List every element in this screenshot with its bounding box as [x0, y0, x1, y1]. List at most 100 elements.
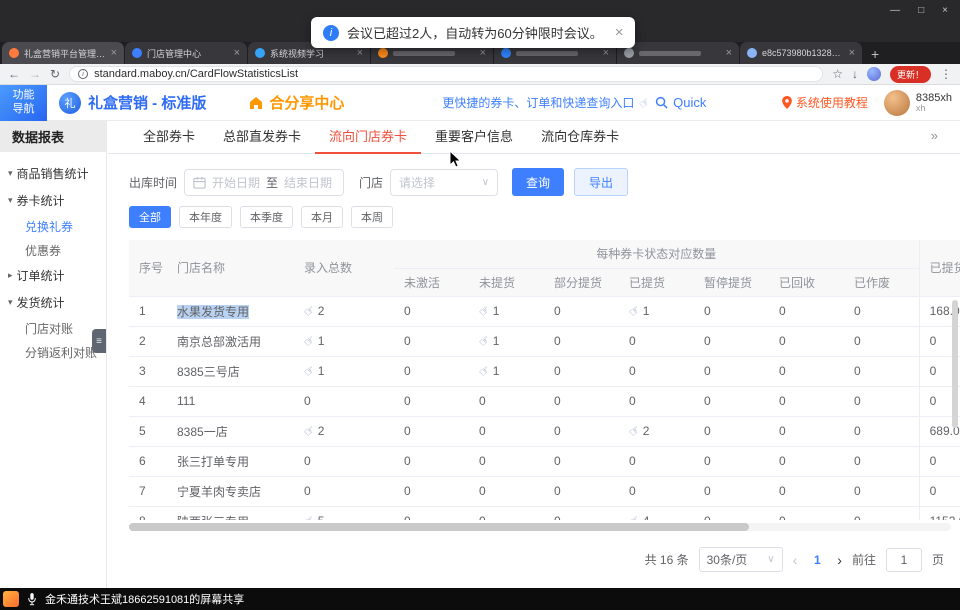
tab-close-icon[interactable]: × — [849, 48, 855, 59]
window-maximize-button[interactable]: □ — [918, 5, 924, 16]
cell-status[interactable]: ☞1 — [469, 296, 544, 326]
tab-全部券卡[interactable]: 全部券卡 — [129, 121, 209, 154]
range-button[interactable]: 本年度 — [179, 206, 232, 228]
sidebar-item[interactable]: ▾券卡统计 — [0, 187, 106, 214]
cell-status[interactable]: ☞1 — [469, 326, 544, 356]
user-info[interactable]: 8385xh xh — [884, 90, 952, 116]
tab-close-icon[interactable]: × — [357, 48, 363, 59]
export-button[interactable]: 导出 — [574, 168, 628, 196]
scrollbar-thumb[interactable] — [129, 523, 749, 531]
range-button[interactable]: 本月 — [301, 206, 343, 228]
tab-favicon — [378, 48, 388, 58]
table-row[interactable]: 38385三号店☞10☞1000000 — [129, 356, 960, 386]
tab-close-icon[interactable]: × — [726, 48, 732, 59]
sidebar-item[interactable]: ▾发货统计 — [0, 289, 106, 316]
store-select[interactable]: 请选择 ∨ — [390, 169, 498, 196]
address-bar[interactable]: i standard.maboy.cn/CardFlowStatisticsLi… — [69, 66, 823, 82]
download-icon[interactable]: ↓ — [852, 68, 858, 80]
tab-总部直发券卡[interactable]: 总部直发券卡 — [209, 121, 315, 154]
new-tab-button[interactable]: + — [863, 44, 887, 64]
sidebar-subitem[interactable]: 分销返利对账 — [0, 340, 106, 364]
nav-btn-line2: 导航 — [13, 103, 35, 117]
site-info-icon[interactable]: i — [78, 69, 88, 79]
browser-tab[interactable]: × — [617, 42, 739, 64]
toast-close-icon[interactable]: × — [615, 24, 624, 41]
table-row[interactable]: 1水果发货专用☞20☞10☞1000168.0 — [129, 296, 960, 326]
meeting-app-icon — [3, 591, 19, 607]
cell-status[interactable]: ☞1 — [619, 296, 694, 326]
cell-total[interactable]: ☞5 — [294, 506, 394, 520]
cell-amount: 1152.0 — [919, 506, 960, 520]
sidebar-subitem[interactable]: 门店对账 — [0, 316, 106, 340]
tab-重要客户信息[interactable]: 重要客户信息 — [421, 121, 527, 154]
goto-label: 前往 — [852, 551, 876, 568]
sidebar-subitem[interactable]: 优惠券 — [0, 238, 106, 262]
cell-total[interactable]: ☞1 — [294, 356, 394, 386]
browser-tab[interactable]: e8c573980b1328a258fd2e6l× — [740, 42, 862, 64]
next-page-button[interactable]: › — [837, 552, 842, 568]
prev-page-button[interactable]: ‹ — [793, 552, 798, 568]
tab-close-icon[interactable]: × — [111, 48, 117, 59]
horizontal-scrollbar[interactable] — [129, 523, 951, 531]
window-minimize-button[interactable]: — — [890, 5, 900, 16]
browser-profile-avatar[interactable] — [867, 67, 881, 81]
browser-tab[interactable]: 礼盒营销平台管理中心× — [2, 42, 124, 64]
sidebar-item[interactable]: ▸订单统计 — [0, 262, 106, 289]
sidebar-subitem[interactable]: 兑换礼券 — [0, 214, 106, 238]
mic-icon[interactable] — [27, 592, 37, 606]
cell-total[interactable]: ☞2 — [294, 296, 394, 326]
tutorial-link[interactable]: 系统使用教程 — [782, 94, 868, 111]
range-button[interactable]: 本周 — [351, 206, 393, 228]
cell-total[interactable]: ☞1 — [294, 326, 394, 356]
function-nav-button[interactable]: 功能 导航 — [0, 85, 47, 121]
browser-menu-icon[interactable]: ⋮ — [940, 68, 952, 80]
tab-流向门店券卡[interactable]: 流向门店券卡 — [315, 121, 421, 154]
browser-update-button[interactable]: 更新！ — [890, 66, 931, 83]
window-close-button[interactable]: × — [942, 5, 948, 16]
goto-page-input[interactable] — [886, 548, 922, 572]
tab-流向仓库券卡[interactable]: 流向仓库券卡 — [527, 121, 633, 154]
browser-tab[interactable]: 门店管理中心× — [125, 42, 247, 64]
cell-total[interactable]: ☞2 — [294, 416, 394, 446]
cell-status: 0 — [694, 356, 769, 386]
username: 8385xh — [916, 92, 952, 104]
bookmark-star-icon[interactable]: ☆ — [832, 68, 843, 80]
date-range-input[interactable]: 开始日期 至 结束日期 — [184, 169, 344, 196]
tab-favicon — [9, 48, 19, 58]
table-row[interactable]: 8陕西张三专用☞5000☞40001152.0 — [129, 506, 960, 520]
tab-close-icon[interactable]: × — [234, 48, 240, 59]
chevron-down-icon: ∨ — [767, 554, 774, 565]
brand: 礼 礼盒营销 - 标准版 — [59, 92, 206, 114]
table-row[interactable]: 2南京总部激活用☞10☞1000000 — [129, 326, 960, 356]
col-status: 未激活 — [394, 268, 469, 296]
cell-status[interactable]: ☞1 — [469, 356, 544, 386]
home-icon — [248, 95, 264, 111]
cell-status[interactable]: ☞2 — [619, 416, 694, 446]
table-row[interactable]: 7宁夏羊肉专卖店000000000 — [129, 476, 960, 506]
reload-icon[interactable]: ↻ — [50, 68, 60, 80]
cell-status: 0 — [469, 416, 544, 446]
app-header: 功能 导航 礼 礼盒营销 - 标准版 合分享中心 更快捷的券卡、订单和快递查询入… — [0, 85, 960, 121]
search-button[interactable]: 查询 — [512, 168, 564, 196]
page-size-select[interactable]: 30条/页 ∨ — [699, 547, 783, 572]
tab-close-icon[interactable]: × — [480, 48, 486, 59]
range-button[interactable]: 全部 — [129, 206, 171, 228]
tab-close-icon[interactable]: × — [603, 48, 609, 59]
quick-search[interactable]: 更快捷的券卡、订单和快递查询入口 ☞ Quick — [442, 94, 706, 111]
vertical-scrollbar[interactable] — [952, 300, 958, 428]
range-button[interactable]: 本季度 — [240, 206, 293, 228]
table-row[interactable]: 58385一店☞2000☞2000689.0 — [129, 416, 960, 446]
table-row[interactable]: 6张三打单专用000000000 — [129, 446, 960, 476]
cell-status[interactable]: ☞4 — [619, 506, 694, 520]
cell-index: 1 — [129, 296, 167, 326]
collapse-panel-icon[interactable]: » — [931, 128, 938, 143]
page-number[interactable]: 1 — [807, 553, 827, 567]
cell-status: 0 — [844, 506, 919, 520]
sidebar-collapse-handle[interactable]: ≡ — [92, 329, 106, 353]
forward-icon[interactable]: → — [29, 68, 41, 80]
table-row[interactable]: 4111000000000 — [129, 386, 960, 416]
sidebar-item[interactable]: ▾商品销售统计 — [0, 160, 106, 187]
store-filter-label: 门店 — [359, 174, 383, 191]
back-icon[interactable]: ← — [8, 68, 20, 80]
share-center-link[interactable]: 合分享中心 — [248, 92, 344, 113]
